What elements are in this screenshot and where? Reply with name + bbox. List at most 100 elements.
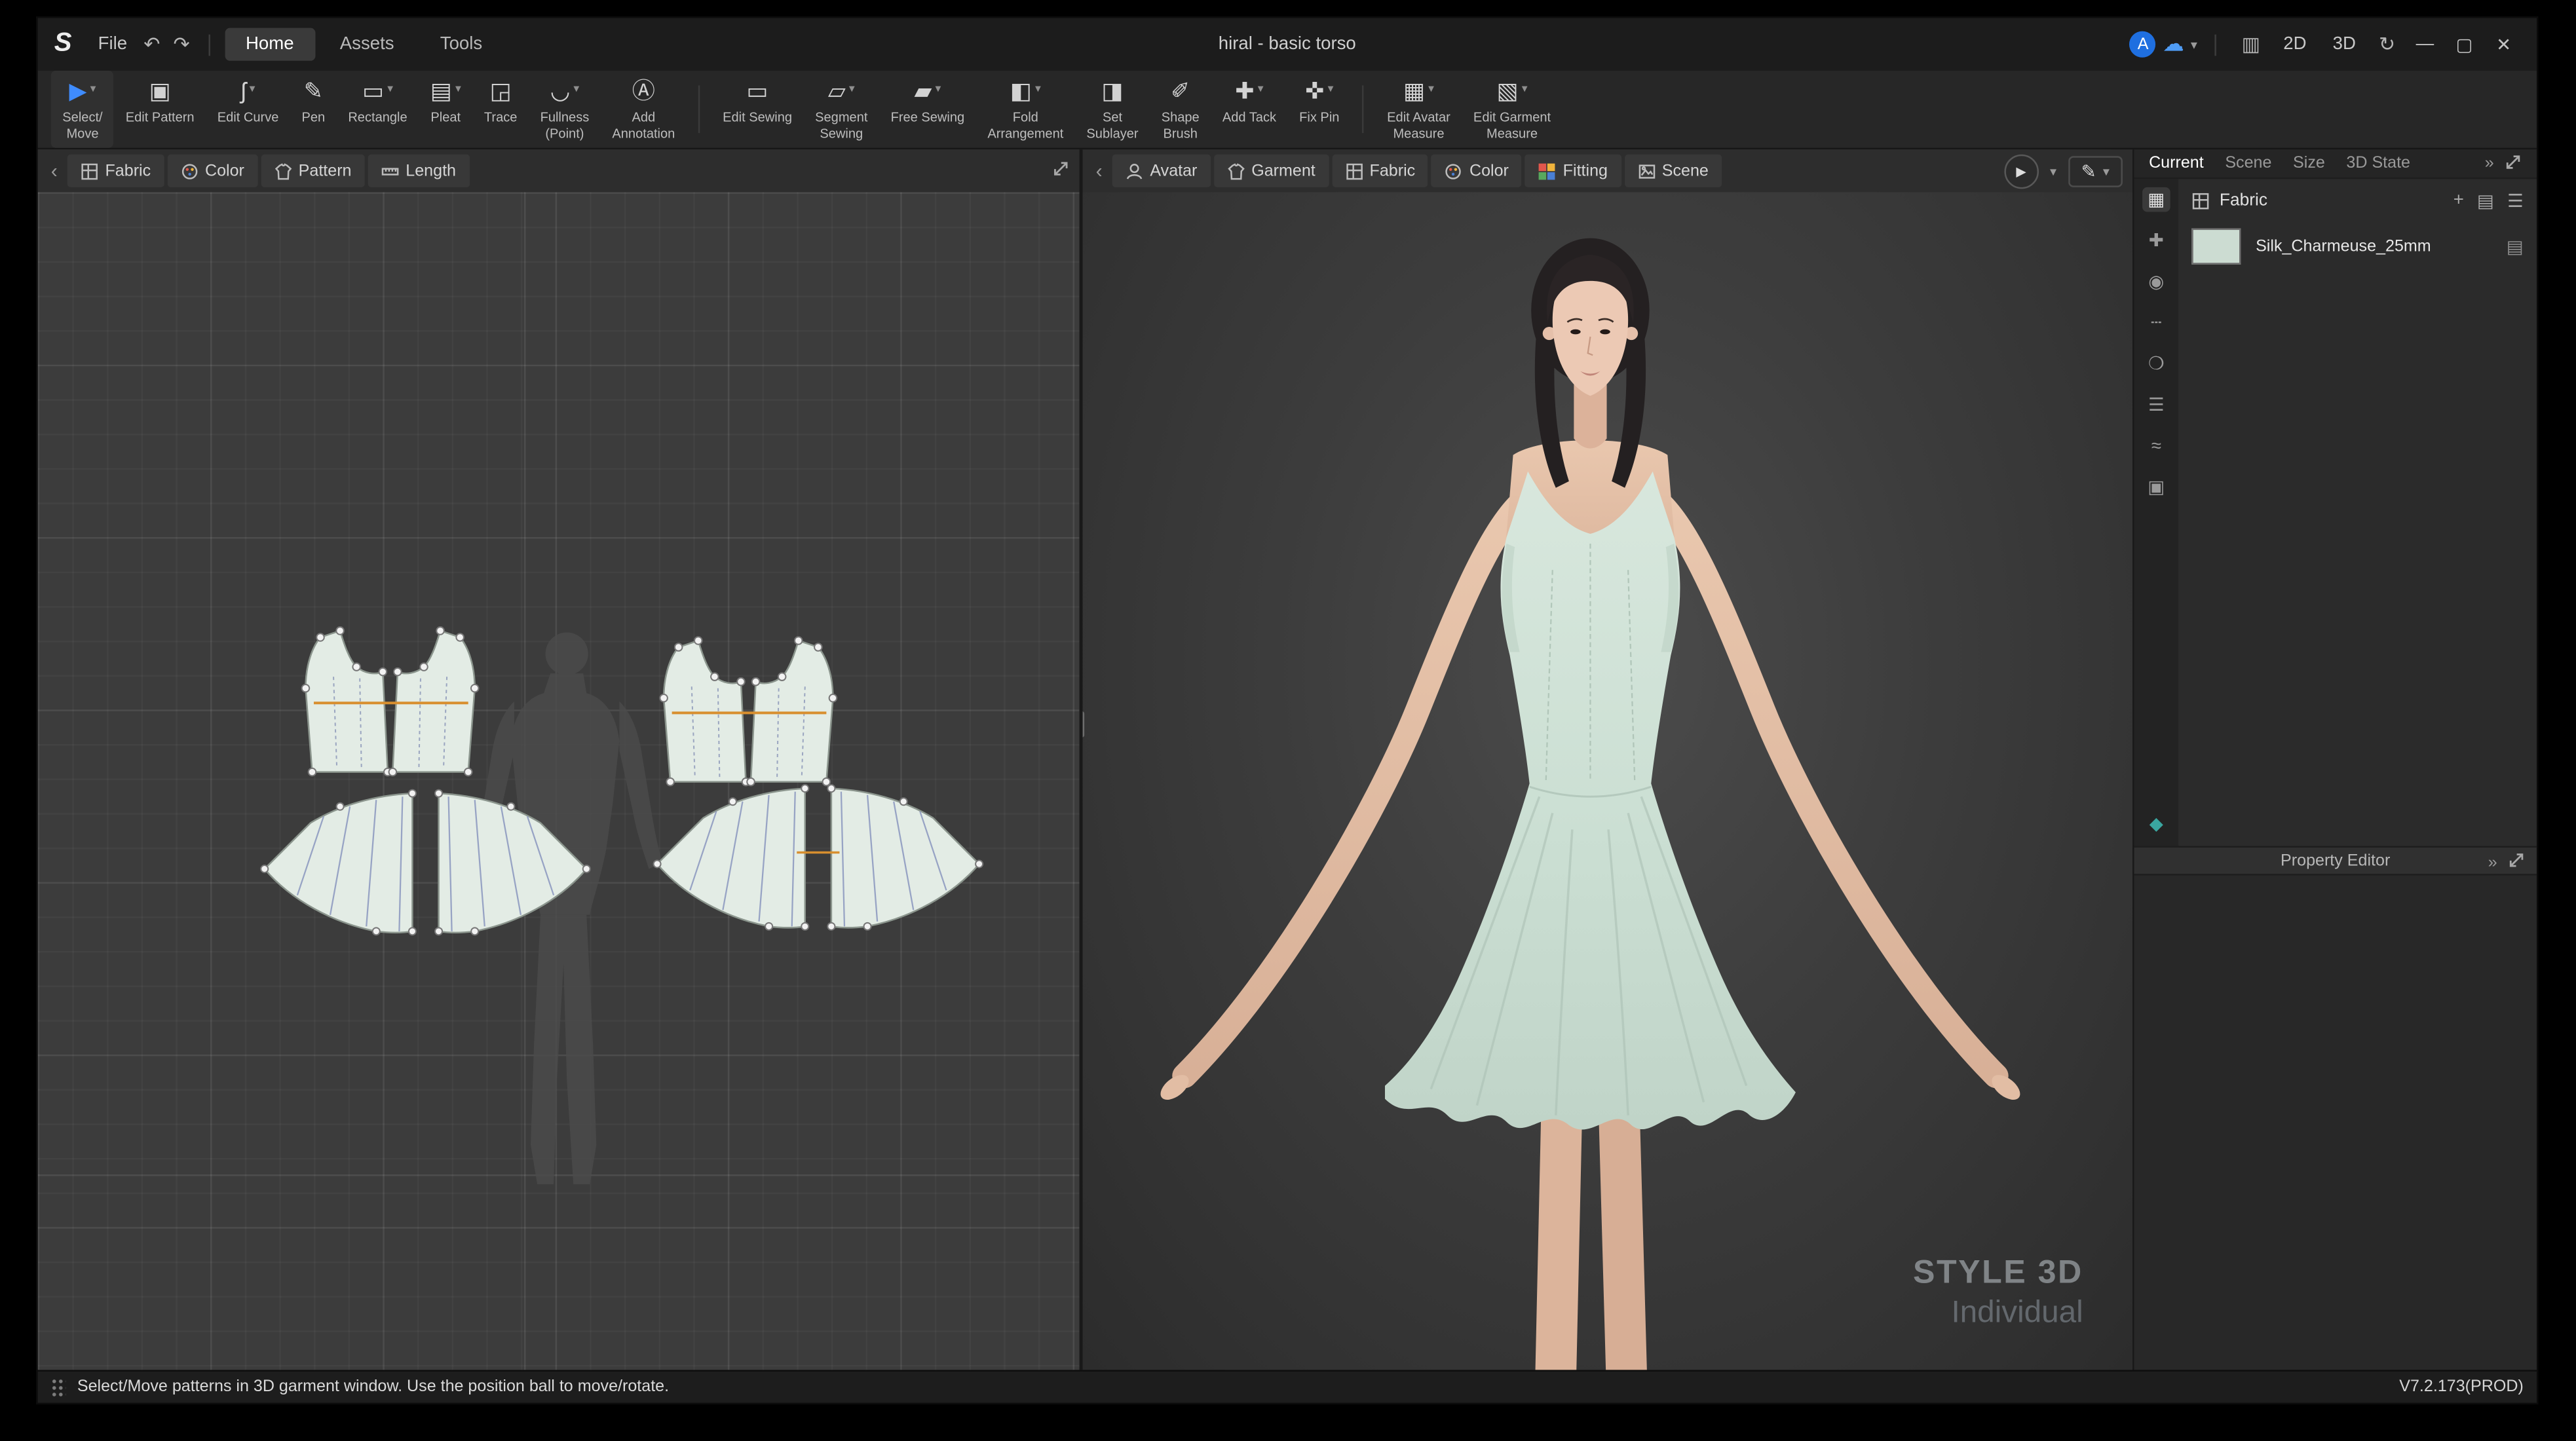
tool-pen[interactable]: ✎ Pen: [290, 71, 337, 148]
tool-fold-arrangement[interactable]: ◧ ▾ Fold Arrangement: [976, 71, 1075, 148]
cloud-dropdown-icon[interactable]: ▾: [2191, 37, 2197, 52]
list-view-icon[interactable]: ☰: [2507, 190, 2524, 212]
tool-add-tack[interactable]: ✚ ▾ Add Tack: [1211, 71, 1287, 148]
tab-3d-scene[interactable]: Scene: [1624, 155, 1722, 187]
pattern-piece-bodice[interactable]: [302, 627, 479, 776]
view-2d-button[interactable]: 2D: [2273, 35, 2316, 54]
tool-edit-avatar-measure[interactable]: ▦ ▾ Edit Avatar Measure: [1376, 71, 1462, 148]
tool-edit-garment-measure[interactable]: ▧ ▾ Edit Garment Measure: [1462, 71, 1562, 148]
collapse-property-icon[interactable]: »: [2488, 853, 2497, 872]
sphere-icon[interactable]: ◉: [2142, 269, 2170, 294]
tab-label: Pattern: [299, 162, 352, 180]
tool-dropdown-icon[interactable]: ▾: [1258, 82, 1264, 95]
tool-label: Segment Sewing: [815, 110, 867, 141]
tab-3d-fabric[interactable]: Fabric: [1332, 155, 1428, 187]
fabric-list-item[interactable]: Silk_Charmeuse_25mm ▤: [2178, 222, 2537, 271]
tool-dropdown-icon[interactable]: ▾: [455, 82, 461, 95]
view-3d-button[interactable]: 3D: [2323, 35, 2366, 54]
pattern-pieces-canvas[interactable]: [38, 192, 1083, 1370]
tool-trace[interactable]: ◲ Trace: [472, 71, 529, 148]
tool-edit-curve[interactable]: ʃ ▾ Edit Curve: [206, 71, 290, 148]
grid-view-icon[interactable]: ▤: [2477, 190, 2494, 212]
tool-dropdown-icon[interactable]: ▾: [250, 82, 256, 95]
layout-columns-icon[interactable]: ▥: [2235, 33, 2267, 56]
tool-edit-pattern[interactable]: ▣ Edit Pattern: [114, 71, 206, 148]
box-icon[interactable]: ▣: [2142, 475, 2170, 500]
app-version: V7.2.173(PROD): [2399, 1378, 2524, 1396]
move-icon[interactable]: ✚: [2142, 229, 2170, 253]
tool-set-sublayer[interactable]: ◨ Set Sublayer: [1075, 71, 1150, 148]
menu-tab-home[interactable]: Home: [224, 28, 315, 61]
tool-dropdown-icon[interactable]: ▾: [387, 82, 393, 95]
pattern-2d-window[interactable]: ‹ Fabric Color Pattern: [38, 149, 1083, 1370]
tab-label: Length: [406, 162, 456, 180]
tool-dropdown-icon[interactable]: ▾: [1328, 82, 1334, 95]
account-avatar[interactable]: A: [2130, 31, 2156, 58]
material-cube-icon[interactable]: ◆: [2142, 812, 2170, 836]
sidebar-tab-size[interactable]: Size: [2293, 155, 2325, 173]
collapse-tabs-icon[interactable]: ‹: [51, 159, 58, 182]
cloud-sync-icon[interactable]: ☁: [2163, 31, 2184, 58]
undo-icon[interactable]: ↶: [137, 33, 166, 56]
tab-2d-color[interactable]: Color: [167, 155, 257, 187]
garment-3d-window[interactable]: ‹ Avatar Garment Fabric: [1083, 149, 2132, 1370]
file-menu[interactable]: File: [88, 35, 138, 54]
sidebar-tab-scene[interactable]: Scene: [2225, 155, 2271, 173]
add-fabric-icon[interactable]: +: [2453, 191, 2464, 210]
fabric-library-icon[interactable]: ▦: [2142, 187, 2170, 212]
tool-rectangle[interactable]: ▭ ▾ Rectangle: [337, 71, 419, 148]
tool-select-move[interactable]: ▶ ▾ Select/ Move: [51, 71, 114, 148]
refresh-icon[interactable]: ↻: [2372, 33, 2402, 56]
tool-add-annotation[interactable]: Ⓐ Add Annotation: [601, 71, 687, 148]
redo-icon[interactable]: ↷: [166, 33, 196, 56]
tool-shape-brush[interactable]: ✐ Shape Brush: [1150, 71, 1211, 148]
simulate-dropdown-icon[interactable]: ▾: [2050, 164, 2056, 179]
garment-dress[interactable]: [1385, 472, 1796, 1130]
brush-tool-button[interactable]: ✎ ▾: [2068, 155, 2123, 187]
tool-fullness-point[interactable]: ◡ ▾ Fullness (Point): [529, 71, 601, 148]
tool-dropdown-icon[interactable]: ▾: [849, 82, 855, 95]
property-editor-bar[interactable]: Property Editor »: [2134, 846, 2537, 875]
wave-icon[interactable]: ≈: [2142, 434, 2170, 458]
tool-dropdown-icon[interactable]: ▾: [936, 82, 941, 95]
expand-property-icon[interactable]: [2507, 851, 2526, 874]
tab-2d-fabric[interactable]: Fabric: [67, 155, 164, 187]
sidebar-tab-current[interactable]: Current: [2149, 155, 2204, 173]
tool-dropdown-icon[interactable]: ▾: [1522, 82, 1528, 95]
collapse-sidebar-icon[interactable]: »: [2485, 155, 2494, 173]
collapse-tabs-icon[interactable]: ‹: [1096, 159, 1103, 182]
expand-sidebar-icon[interactable]: [2504, 152, 2522, 175]
fabric-swatch[interactable]: [2191, 229, 2241, 265]
statusbar-grip-icon[interactable]: [51, 1377, 66, 1397]
menu-tab-tools[interactable]: Tools: [419, 28, 504, 61]
tool-free-sewing[interactable]: ▰ ▾ Free Sewing: [879, 71, 976, 148]
tab-3d-color[interactable]: Color: [1431, 155, 1522, 187]
tool-dropdown-icon[interactable]: ▾: [90, 82, 96, 95]
tool-dropdown-icon[interactable]: ▾: [573, 82, 579, 95]
tab-2d-pattern[interactable]: Pattern: [261, 155, 365, 187]
light-icon[interactable]: ❍: [2142, 352, 2170, 377]
tool-dropdown-icon[interactable]: ▾: [1428, 82, 1434, 95]
tab-2d-length[interactable]: Length: [368, 155, 469, 187]
panel-splitter-handle[interactable]: [1083, 711, 1085, 738]
tool-icon: ✜: [1305, 77, 1324, 103]
tool-fix-pin[interactable]: ✜ ▾ Fix Pin: [1288, 71, 1351, 148]
tool-pleat[interactable]: ▤ ▾ Pleat: [419, 71, 472, 148]
menu-tab-assets[interactable]: Assets: [318, 28, 415, 61]
tab-3d-garment[interactable]: Garment: [1214, 155, 1329, 187]
layers-icon[interactable]: ▤: [2507, 236, 2524, 257]
tab-3d-avatar[interactable]: Avatar: [1112, 155, 1211, 187]
tool-edit-sewing[interactable]: ▭ Edit Sewing: [711, 71, 804, 148]
lines-icon[interactable]: ☰: [2142, 392, 2170, 417]
expand-panel-icon[interactable]: [1051, 156, 1070, 185]
avatar-3d-render[interactable]: [1083, 192, 2132, 1370]
measure-tape-icon[interactable]: ┄: [2142, 310, 2170, 335]
maximize-button[interactable]: ▢: [2448, 33, 2480, 55]
sidebar-tab-3d-state[interactable]: 3D State: [2346, 155, 2410, 173]
tool-dropdown-icon[interactable]: ▾: [1035, 82, 1041, 95]
minimize-button[interactable]: —: [2408, 35, 2441, 54]
tool-segment-sewing[interactable]: ▱ ▾ Segment Sewing: [804, 71, 879, 148]
tab-3d-fitting[interactable]: Fitting: [1525, 155, 1621, 187]
simulate-button[interactable]: ▶: [2004, 153, 2039, 188]
close-button[interactable]: ✕: [2488, 33, 2520, 55]
